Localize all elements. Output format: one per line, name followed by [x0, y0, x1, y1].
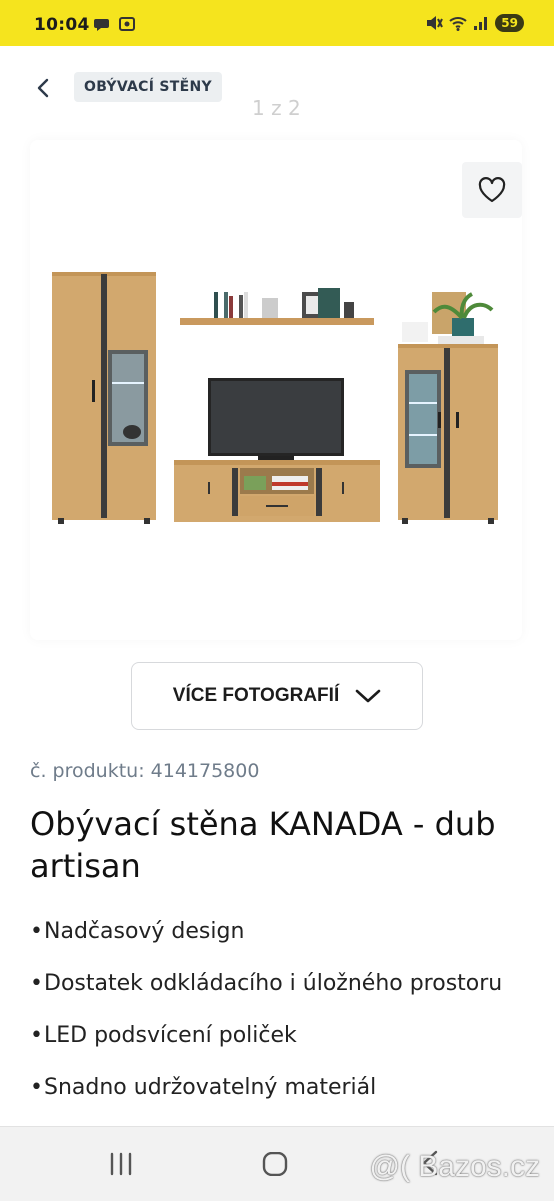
- feature-text: Snadno udržovatelný materiál: [44, 1075, 377, 1100]
- more-photos-label: VÍCE FOTOGRAFIÍ: [172, 685, 340, 706]
- status-time: 10:04: [34, 15, 90, 35]
- feature-text: LED podsvícení poliček: [44, 1023, 297, 1048]
- wall-shelf: [180, 288, 374, 325]
- tall-cabinet: [52, 272, 156, 524]
- product-code: č. produktu: 414175800: [30, 760, 260, 782]
- television: [208, 378, 344, 460]
- feature-list: • Nadčasový design • Dostatek odkládacího …: [30, 912, 530, 1108]
- chevron-down-icon: [355, 689, 381, 703]
- home-icon[interactable]: [262, 1152, 288, 1176]
- signal-icon: [474, 17, 488, 30]
- wifi-icon: [449, 17, 467, 31]
- recent-apps-icon[interactable]: [108, 1152, 134, 1176]
- breadcrumb[interactable]: OBÝVACÍ STĚNY: [74, 72, 222, 102]
- feature-item: • Snadno udržovatelný materiál: [30, 1068, 530, 1108]
- status-bar: 10:04 59: [0, 0, 554, 46]
- feature-item: • Dostatek odkládacího i úložného prostor…: [30, 964, 530, 1004]
- feature-text: Dostatek odkládacího i úložného prostoru: [44, 971, 503, 996]
- chat-icon: [94, 19, 109, 31]
- close-icon[interactable]: [36, 96, 62, 122]
- product-photo: [52, 272, 498, 524]
- heart-icon: [478, 177, 506, 203]
- image-counter: 1 z 2: [252, 96, 301, 120]
- tv-stand: [174, 460, 380, 522]
- feature-text: Nadčasový design: [44, 919, 245, 944]
- product-title: Obývací stěna KANADA - dub artisan: [30, 805, 496, 885]
- feature-item: • Nadčasový design: [30, 912, 530, 952]
- favorite-button[interactable]: [462, 162, 522, 218]
- small-cabinet: [398, 292, 498, 524]
- screenshot-icon: [119, 17, 135, 31]
- status-notification-icons: [94, 16, 136, 32]
- more-photos-button[interactable]: VÍCE FOTOGRAFIÍ: [131, 662, 423, 730]
- status-system-icons: 59: [425, 14, 524, 32]
- mute-icon: [427, 16, 444, 30]
- watermark: @( Bazos.cz: [369, 1150, 541, 1183]
- battery-indicator: 59: [495, 14, 524, 32]
- feature-item: • LED podsvícení poliček: [30, 1016, 530, 1056]
